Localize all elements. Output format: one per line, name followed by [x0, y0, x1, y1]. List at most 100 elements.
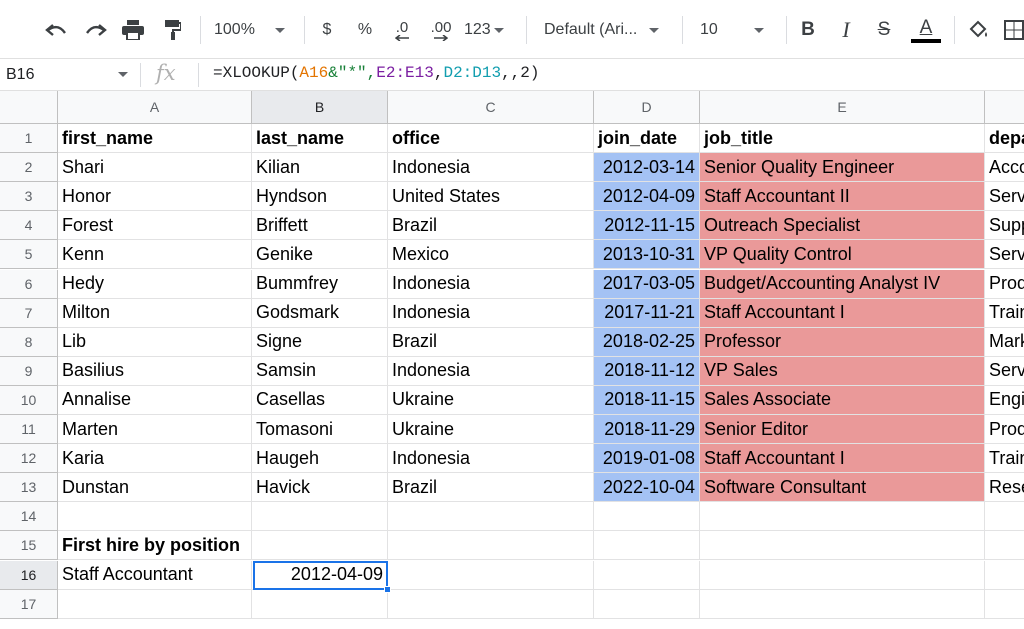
data-cell[interactable]: Basilius	[58, 356, 252, 386]
data-cell[interactable]: Hyndson	[252, 182, 388, 212]
row-header[interactable]: 9	[0, 356, 58, 386]
cell[interactable]	[700, 560, 985, 590]
formula-input[interactable]: =XLOOKUP(A16&"*",E2:E13,D2:D13,,2)	[213, 64, 539, 82]
data-cell[interactable]: Ukraine	[388, 415, 594, 445]
column-header-c[interactable]: C	[388, 91, 594, 124]
data-cell[interactable]: Godsmark	[252, 298, 388, 328]
data-cell[interactable]: Engi	[985, 386, 1024, 415]
data-cell[interactable]: Serv	[985, 357, 1024, 386]
data-cell[interactable]: Prod	[985, 415, 1024, 445]
row-header[interactable]: 11	[0, 415, 58, 445]
cell[interactable]	[594, 531, 700, 561]
header-cell[interactable]: join_date	[594, 124, 700, 154]
data-cell[interactable]: Indonesia	[388, 356, 594, 386]
data-cell[interactable]: Serv	[985, 240, 1024, 270]
row-header[interactable]: 2	[0, 153, 58, 183]
cell[interactable]	[58, 589, 252, 619]
cell[interactable]	[985, 561, 1024, 590]
cell[interactable]	[594, 560, 700, 590]
data-cell[interactable]: 2017-03-05	[594, 269, 700, 299]
data-cell[interactable]: Staff Accountant II	[700, 182, 985, 212]
data-cell[interactable]: Haugeh	[252, 444, 388, 474]
data-cell[interactable]: 2013-10-31	[594, 240, 700, 270]
zoom-select[interactable]: 100%	[214, 14, 296, 46]
data-cell[interactable]: Indonesia	[388, 444, 594, 474]
lookup-position-cell[interactable]: Staff Accountant	[58, 560, 252, 590]
column-header-b[interactable]: B	[252, 91, 388, 124]
data-cell[interactable]: Train	[985, 444, 1024, 474]
data-cell[interactable]: Bummfrey	[252, 269, 388, 299]
print-icon[interactable]	[120, 14, 146, 46]
cell[interactable]	[700, 531, 985, 561]
row-header[interactable]: 14	[0, 502, 58, 532]
bold-button[interactable]: B	[796, 14, 820, 46]
data-cell[interactable]: Brazil	[388, 211, 594, 241]
row-header[interactable]: 16	[0, 560, 58, 590]
italic-button[interactable]: I	[834, 14, 858, 46]
data-cell[interactable]: Dunstan	[58, 473, 252, 503]
data-cell[interactable]: Prod	[985, 270, 1024, 299]
cell[interactable]	[985, 502, 1024, 532]
data-cell[interactable]: Kenn	[58, 240, 252, 270]
cell[interactable]	[700, 502, 985, 532]
decrease-decimal-button[interactable]: .0	[390, 14, 414, 46]
cell[interactable]	[700, 589, 985, 619]
data-cell[interactable]: Tomasoni	[252, 415, 388, 445]
data-cell[interactable]: 2018-11-15	[594, 385, 700, 415]
font-family-select[interactable]: Default (Ari...	[544, 14, 668, 46]
row-header[interactable]: 13	[0, 473, 58, 503]
data-cell[interactable]: Senior Quality Engineer	[700, 153, 985, 183]
column-header-f[interactable]	[985, 91, 1024, 124]
cell[interactable]	[58, 502, 252, 532]
header-cell[interactable]: depa	[985, 124, 1024, 154]
row-header[interactable]: 7	[0, 298, 58, 328]
data-cell[interactable]: 2019-01-08	[594, 444, 700, 474]
data-cell[interactable]: Hedy	[58, 269, 252, 299]
data-cell[interactable]: 2012-03-14	[594, 153, 700, 183]
cell[interactable]	[252, 531, 388, 561]
row-header[interactable]: 10	[0, 385, 58, 415]
data-cell[interactable]: Havick	[252, 473, 388, 503]
row-header[interactable]: 5	[0, 240, 58, 270]
data-cell[interactable]: Samsin	[252, 356, 388, 386]
data-cell[interactable]: 2018-11-12	[594, 356, 700, 386]
row-header[interactable]: 4	[0, 211, 58, 241]
more-formats-button[interactable]: 123	[464, 14, 512, 46]
data-cell[interactable]: Staff Accountant I	[700, 444, 985, 474]
borders-icon[interactable]	[1004, 14, 1024, 46]
cell[interactable]	[594, 589, 700, 619]
currency-format-button[interactable]: $	[316, 14, 338, 46]
data-cell[interactable]: Marten	[58, 415, 252, 445]
name-box[interactable]: B16	[0, 59, 140, 90]
data-cell[interactable]: VP Quality Control	[700, 240, 985, 270]
lookup-result-cell[interactable]: 2012-04-09	[252, 560, 388, 590]
row-header[interactable]: 17	[0, 589, 58, 619]
row-header[interactable]: 6	[0, 269, 58, 299]
data-cell[interactable]: Indonesia	[388, 269, 594, 299]
cell[interactable]	[985, 590, 1024, 619]
increase-decimal-button[interactable]: .00	[426, 14, 456, 46]
data-cell[interactable]: Serv	[985, 182, 1024, 212]
data-cell[interactable]: Forest	[58, 211, 252, 241]
data-cell[interactable]: Briffett	[252, 211, 388, 241]
data-cell[interactable]: Software Consultant	[700, 473, 985, 503]
data-cell[interactable]: VP Sales	[700, 356, 985, 386]
row-header[interactable]: 15	[0, 531, 58, 561]
data-cell[interactable]: Casellas	[252, 385, 388, 415]
cell[interactable]	[388, 589, 594, 619]
header-cell[interactable]: job_title	[700, 124, 985, 154]
data-cell[interactable]: Indonesia	[388, 153, 594, 183]
data-cell[interactable]: Lib	[58, 327, 252, 357]
column-header-e[interactable]: E	[700, 91, 985, 124]
strikethrough-button[interactable]: S	[872, 14, 896, 46]
data-cell[interactable]: Budget/Accounting Analyst IV	[700, 269, 985, 299]
data-cell[interactable]: Acco	[985, 153, 1024, 183]
data-cell[interactable]: Professor	[700, 327, 985, 357]
header-cell[interactable]: last_name	[252, 124, 388, 154]
data-cell[interactable]: Signe	[252, 327, 388, 357]
row-header[interactable]: 3	[0, 182, 58, 212]
redo-icon[interactable]	[82, 14, 110, 46]
data-cell[interactable]: Sales Associate	[700, 385, 985, 415]
paint-format-icon[interactable]	[161, 14, 185, 46]
font-size-select[interactable]: 10	[700, 14, 776, 46]
